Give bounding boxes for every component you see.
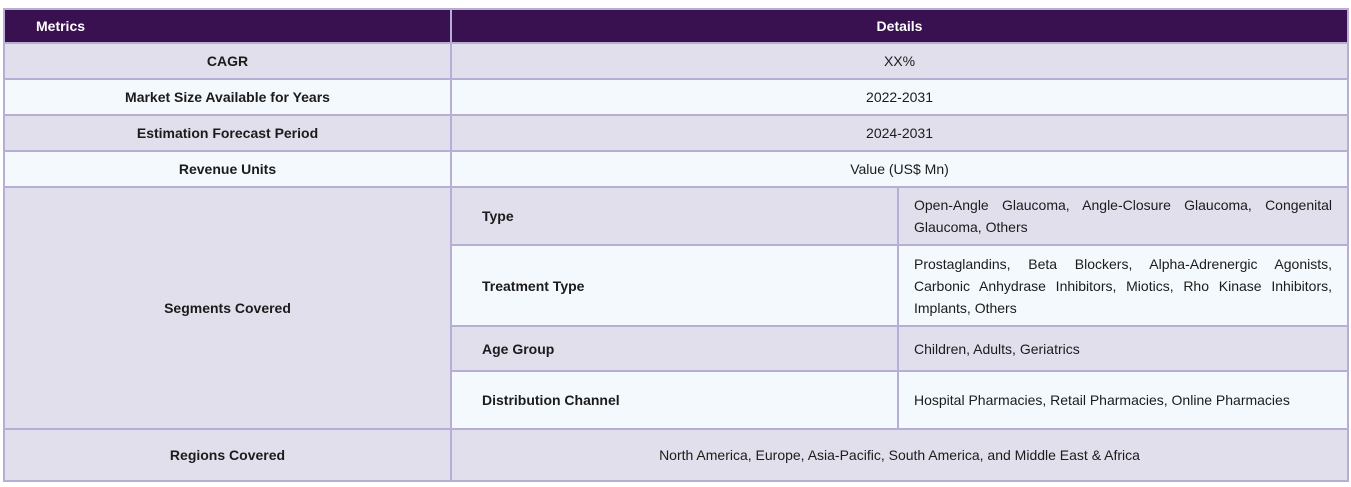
- segment-type-value: Open-Angle Glaucoma, Angle-Closure Glauc…: [896, 186, 1350, 246]
- revenue-units-value: Value (US$ Mn): [449, 150, 1350, 188]
- metrics-header: Metrics: [3, 8, 452, 44]
- details-header: Details: [449, 8, 1350, 44]
- regions-covered-label: Regions Covered: [3, 428, 452, 482]
- segment-distribution-label: Distribution Channel: [450, 370, 899, 430]
- regions-covered-value: North America, Europe, Asia-Pacific, Sou…: [449, 428, 1350, 482]
- table-row: CAGR XX%: [3, 42, 1350, 80]
- segment-treatment-value: Prostaglandins, Beta Blockers, Alpha-Adr…: [896, 244, 1350, 327]
- segment-distribution-value: Hospital Pharmacies, Retail Pharmacies, …: [896, 370, 1350, 430]
- market-size-label: Market Size Available for Years: [3, 78, 452, 116]
- table-row: Market Size Available for Years 2022-203…: [3, 78, 1350, 116]
- segment-age-group-label: Age Group: [450, 325, 899, 372]
- segment-row: Segments Covered Type Open-Angle Glaucom…: [3, 186, 1350, 430]
- report-scope-table: Metrics Details CAGR XX% Market Size Ava…: [3, 8, 1350, 482]
- table-row: Revenue Units Value (US$ Mn): [3, 150, 1350, 188]
- forecast-period-value: 2024-2031: [449, 114, 1350, 152]
- segment-age-group-value: Children, Adults, Geriatrics: [896, 325, 1350, 372]
- segment-treatment-label: Treatment Type: [450, 244, 899, 327]
- forecast-period-label: Estimation Forecast Period: [3, 114, 452, 152]
- market-size-value: 2022-2031: [449, 78, 1350, 116]
- segment-type-label: Type: [450, 186, 899, 246]
- table-row: Regions Covered North America, Europe, A…: [3, 428, 1350, 482]
- segments-covered-label: Segments Covered: [3, 186, 452, 430]
- revenue-units-label: Revenue Units: [3, 150, 452, 188]
- table-row: Estimation Forecast Period 2024-2031: [3, 114, 1350, 152]
- cagr-value: XX%: [449, 42, 1350, 80]
- cagr-label: CAGR: [3, 42, 452, 80]
- table-header-row: Metrics Details: [3, 8, 1350, 44]
